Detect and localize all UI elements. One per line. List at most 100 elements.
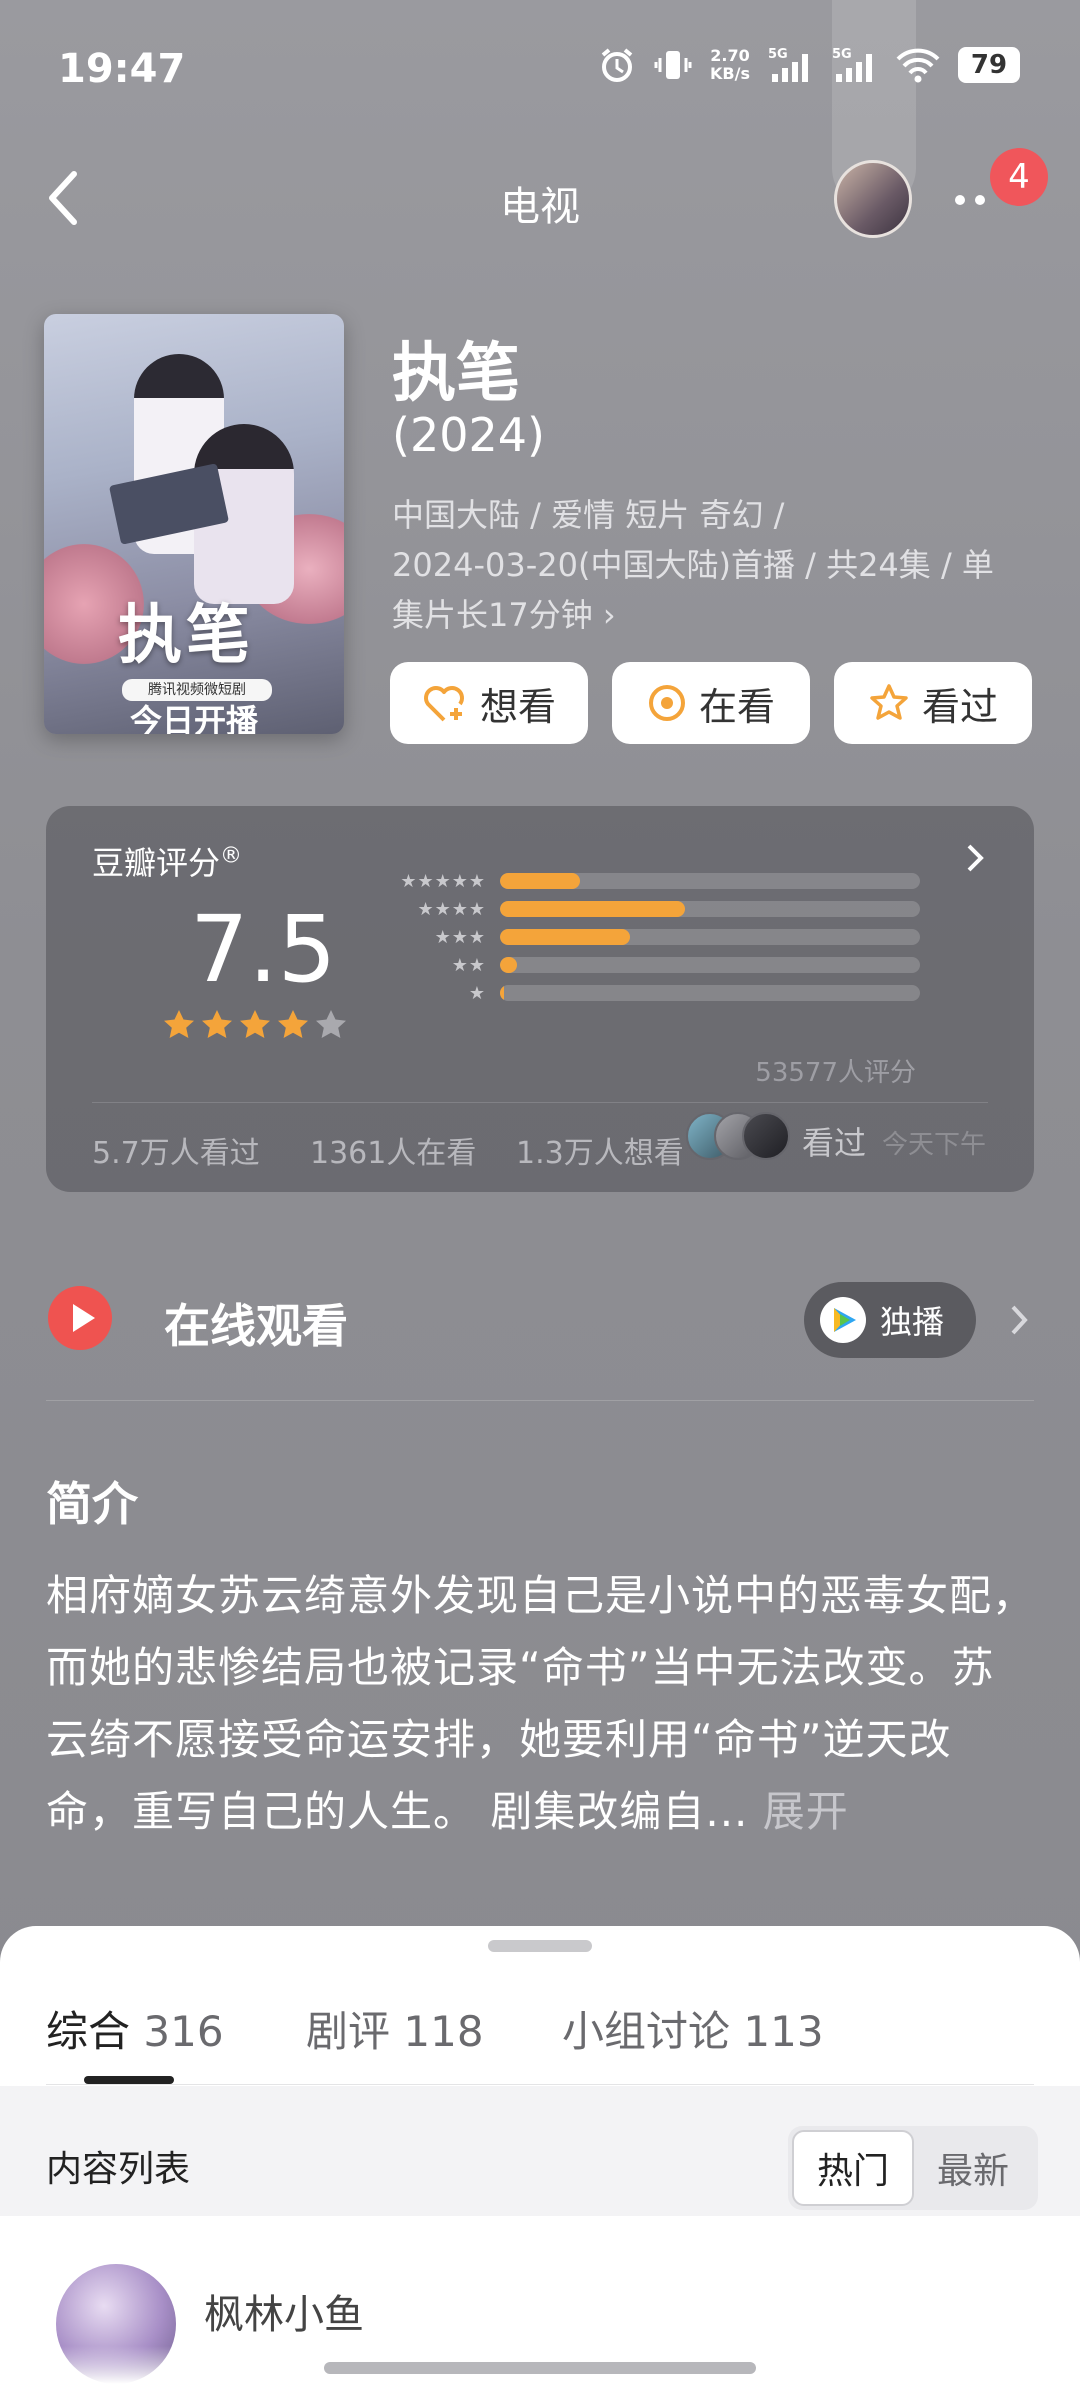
battery-indicator: 79 [958, 47, 1020, 83]
star-filled-icon [278, 1010, 308, 1038]
alarm-icon [601, 48, 633, 82]
tab-overview[interactable]: 综合 316 [46, 1998, 224, 2059]
want-to-watch-label: 想看 [479, 684, 556, 729]
star-filled-icon [164, 1010, 194, 1038]
show-title: 执笔 [392, 337, 520, 411]
content-list-title: 内容列表 [46, 2149, 191, 2190]
online-watch-row[interactable]: 在线观看 独播 [0, 1262, 1080, 1382]
section-divider [46, 1400, 1034, 1401]
vibrate-icon [654, 51, 692, 79]
tab-reviews-label: 剧评 [306, 2007, 391, 2056]
status-time: 19:47 [58, 46, 186, 92]
tab-group-count: 113 [743, 2007, 824, 2056]
home-indicator[interactable] [324, 2362, 756, 2374]
tab-reviews[interactable]: 剧评 118 [306, 1998, 484, 2059]
rating-label: 豆瓣评分® [92, 838, 242, 884]
distribution-bar-fill [500, 929, 631, 945]
rating-distribution-row: ★★ [376, 954, 920, 976]
online-watch-title: 在线观看 [164, 1299, 348, 1353]
sort-new-button[interactable]: 最新 [912, 2130, 1034, 2206]
user-avatar[interactable] [834, 160, 912, 238]
want-count[interactable]: 1.3万人想看 [516, 1128, 684, 1172]
watched-button[interactable]: 看过 [834, 662, 1032, 744]
tab-group-label: 小组讨论 [562, 2007, 731, 2056]
show-meta[interactable]: 中国大陆 / 爱情 短片 奇幻 / 2024-03-20(中国大陆)首播 / 共… [392, 490, 1022, 640]
watching-count[interactable]: 1361人在看 [310, 1128, 476, 1172]
distribution-stars: ★★★★★ [400, 870, 486, 892]
notification-badge[interactable]: 4 [990, 148, 1048, 206]
poster-bottom-text: 今日开播 [129, 702, 258, 734]
star-filled-icon [202, 1010, 232, 1038]
distribution-bar [500, 957, 920, 973]
signal-1-label: 5G [768, 47, 788, 62]
rating-stars [162, 1008, 348, 1042]
want-to-watch-button[interactable]: 想看 [390, 662, 588, 744]
distribution-bar-fill [500, 873, 580, 889]
show-poster[interactable]: 执笔 腾讯视频微短剧 今日开播 [44, 314, 344, 734]
rating-count: 53577人评分 [755, 1058, 916, 1088]
seen-time: 今天下午 [882, 1130, 987, 1160]
chevron-right-icon: › [602, 596, 616, 634]
distribution-bar-fill [500, 985, 505, 1001]
tencent-video-logo-icon [820, 1297, 866, 1343]
net-speed: 2.70 KB/s [710, 47, 750, 83]
tab-overview-label: 综合 [46, 2007, 131, 2056]
synopsis-text: 相府嫡女苏云绮意外发现自己是小说中的恶毒女配，而她的悲惨结局也被记录“命书”当中… [46, 1560, 1036, 1848]
distribution-stars: ★ [468, 982, 486, 1004]
content-list-header: 内容列表 热门 最新 [0, 2086, 1080, 2216]
watching-button[interactable]: 在看 [612, 662, 810, 744]
tab-divider [46, 2084, 1034, 2085]
distribution-stars: ★★★★ [417, 898, 486, 920]
rating-score: 7.5 [190, 896, 337, 1003]
active-tab-indicator [84, 2076, 174, 2084]
status-icons: 2.70 KB/s 5G 5G 79 [598, 46, 1020, 84]
distribution-bar [500, 985, 920, 1001]
registered-mark: ® [220, 843, 243, 869]
chevron-right-icon[interactable] [1008, 1302, 1030, 1338]
status-bar: 19:47 2.70 KB/s 5G 5G 79 [0, 0, 1080, 140]
tab-overview-count: 316 [143, 2007, 224, 2056]
rating-distribution-row: ★★★★ [376, 898, 920, 920]
target-circle-icon [648, 685, 685, 721]
post-author-name[interactable]: 枫林小鱼 [204, 2282, 364, 2340]
sort-toggle: 热门 最新 [788, 2126, 1038, 2210]
star-filled-icon [240, 1010, 270, 1038]
sort-hot-button[interactable]: 热门 [792, 2130, 914, 2206]
heart-plus-icon [424, 686, 464, 722]
watched-count[interactable]: 5.7万人看过 [92, 1128, 260, 1172]
show-year: (2024) [392, 408, 545, 462]
synopsis-title: 简介 [46, 1477, 138, 1531]
watched-label: 看过 [921, 684, 998, 729]
more-options-icon[interactable] [952, 190, 992, 210]
exclusive-platform-pill[interactable]: 独播 [804, 1282, 976, 1358]
poster-calligraphy: 执笔 [118, 598, 254, 673]
distribution-bar [500, 901, 920, 917]
star-empty-icon [316, 1010, 346, 1038]
seen-label: 看过 [802, 1124, 867, 1162]
chevron-right-icon[interactable] [964, 842, 986, 874]
exclusive-label: 独播 [880, 1303, 945, 1341]
show-meta-line3-text: 集片长17分钟 [392, 596, 593, 634]
rating-distribution-row: ★★★★★ [376, 870, 920, 892]
tab-reviews-count: 118 [403, 2007, 484, 2056]
rating-divider [92, 1102, 988, 1103]
distribution-bar [500, 873, 920, 889]
friend-avatar [742, 1112, 790, 1160]
expand-link[interactable]: 展开 [763, 1787, 849, 1836]
play-icon [48, 1286, 112, 1350]
distribution-bar [500, 929, 920, 945]
rating-distribution-row: ★★★ [376, 927, 920, 948]
distribution-stars: ★★ [451, 954, 486, 976]
sheet-drag-handle[interactable] [488, 1940, 592, 1952]
friend-avatars[interactable] [686, 1112, 806, 1162]
rating-card[interactable]: 豆瓣评分® 7.5 ★★★★★ ★★★★ ★★★ ★★ ★ 53577人评分 5.7万人… [46, 806, 1034, 1192]
synopsis-body: 相府嫡女苏云绮意外发现自己是小说中的恶毒女配，而她的悲惨结局也被记录“命书”当中… [46, 1571, 1036, 1836]
discussion-sheet[interactable]: 综合 316 剧评 118 小组讨论 113 内容列表 热门 最新 枫林小鱼 [0, 1926, 1080, 2400]
rating-distribution-row: ★ [376, 982, 920, 1004]
net-speed-value: 2.70 [710, 46, 750, 65]
distribution-bar-fill [500, 957, 517, 973]
distribution-bar-fill [500, 901, 685, 917]
show-meta-line2: 2024-03-20(中国大陆)首播 / 共24集 / 单 [392, 546, 994, 584]
tab-group-discussion[interactable]: 小组讨论 113 [562, 1998, 824, 2059]
page-title: 电视 [500, 184, 580, 230]
